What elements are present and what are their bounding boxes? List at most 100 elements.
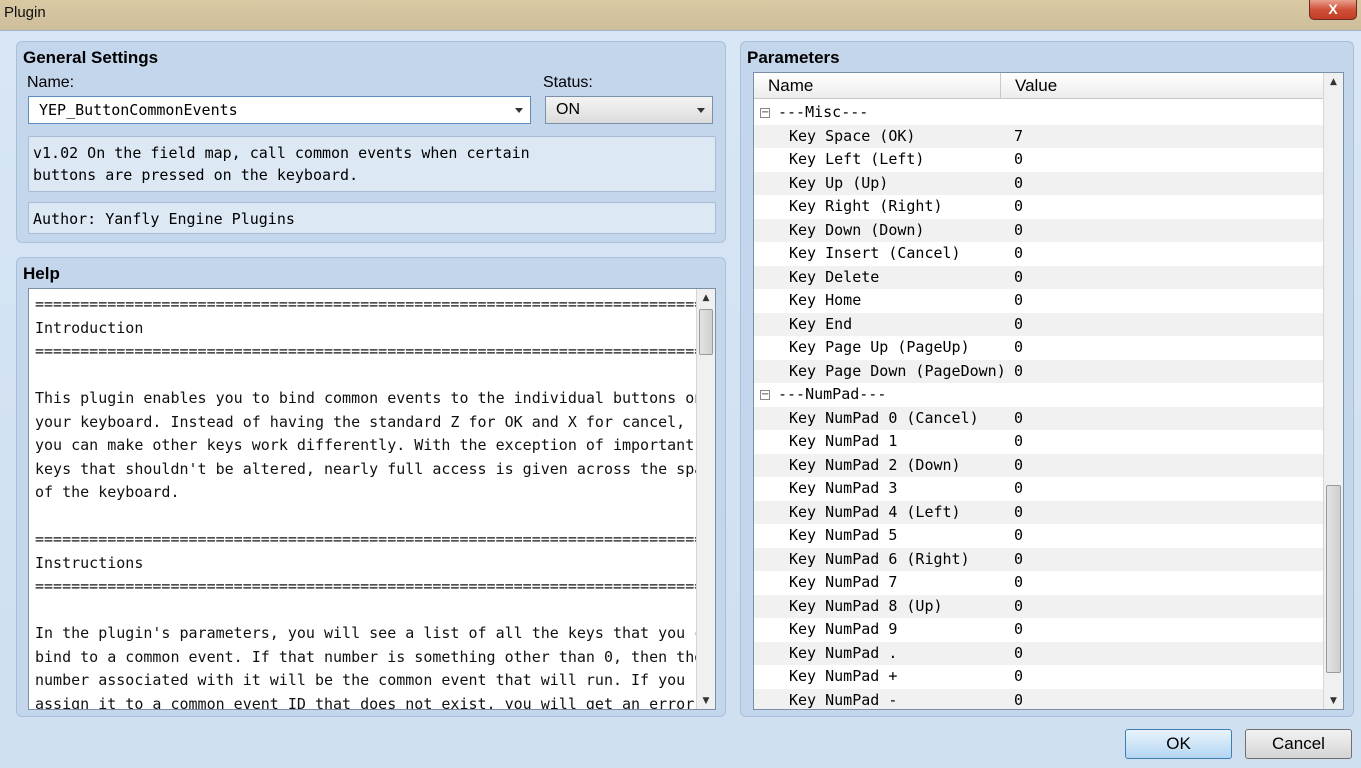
parameter-group-row[interactable]: − ---NumPad--- (754, 383, 1323, 407)
parameter-name: Key NumPad 8 (Up) (789, 596, 943, 615)
parameter-value[interactable]: 0 (1014, 430, 1023, 454)
parameter-row[interactable]: Key Left (Left) 0 (754, 148, 1323, 172)
parameter-name: Key Insert (Cancel) (789, 244, 961, 262)
window-title: Plugin (4, 4, 46, 21)
parameter-value[interactable]: 0 (1014, 313, 1023, 337)
author-box: Author: Yanfly Engine Plugins (28, 202, 716, 234)
parameter-value[interactable]: 0 (1014, 454, 1023, 478)
parameter-value[interactable]: 0 (1014, 665, 1023, 689)
parameter-name: Key Page Down (PageDown) (789, 361, 1006, 380)
parameter-value[interactable]: 0 (1014, 407, 1023, 431)
parameter-name: Key NumPad 2 (Down) (789, 455, 961, 474)
status-select[interactable]: ON (545, 96, 713, 124)
parameter-row[interactable]: Key NumPad 2 (Down) 0 (754, 453, 1323, 478)
name-select[interactable]: YEP_ButtonCommonEvents (28, 96, 531, 124)
parameter-value[interactable]: 0 (1014, 548, 1023, 572)
parameter-value[interactable]: 0 (1014, 336, 1023, 360)
parameter-row[interactable]: Key NumPad 7 0 (754, 571, 1323, 595)
parameter-value[interactable]: 0 (1014, 242, 1023, 266)
help-scroll-thumb[interactable] (699, 309, 713, 355)
parameter-row[interactable]: Key Space (OK) 7 (754, 124, 1323, 149)
status-select-value: ON (556, 101, 580, 118)
description-box: v1.02 On the field map, call common even… (28, 136, 716, 192)
parameter-name: Key NumPad . (789, 643, 898, 662)
parameter-row[interactable]: Key NumPad 8 (Up) 0 (754, 594, 1323, 619)
parameter-value[interactable]: 7 (1014, 125, 1023, 149)
collapse-icon[interactable]: − (760, 390, 770, 400)
parameter-row[interactable]: Key Page Up (PageUp) 0 (754, 336, 1323, 360)
parameters-scroll-thumb[interactable] (1326, 485, 1341, 673)
scroll-down-arrow-icon[interactable]: ▼ (697, 692, 715, 709)
parameter-value[interactable]: 0 (1014, 219, 1023, 243)
parameter-row[interactable]: Key Up (Up) 0 (754, 171, 1323, 196)
parameter-name: Key Left (Left) (789, 150, 925, 168)
parameter-group-row[interactable]: − ---Misc--- (754, 101, 1323, 125)
parameter-row[interactable]: Key Page Down (PageDown) 0 (754, 359, 1323, 384)
column-header-name[interactable]: Name (768, 76, 813, 96)
parameter-name: Key NumPad + (789, 667, 898, 685)
parameter-value[interactable]: 0 (1014, 195, 1023, 219)
parameter-value[interactable]: 0 (1014, 172, 1023, 196)
parameter-value[interactable]: 0 (1014, 571, 1023, 595)
parameter-row[interactable]: Key Right (Right) 0 (754, 195, 1323, 219)
parameter-name: Key Right (Right) (789, 197, 943, 215)
collapse-icon[interactable]: − (760, 108, 770, 118)
name-label: Name: (27, 74, 75, 91)
parameters-list[interactable]: Name Value − ---Misc--- Key Space (OK) 7 Key… (753, 72, 1344, 710)
parameter-row[interactable]: Key Home 0 (754, 289, 1323, 313)
parameter-value[interactable]: 0 (1014, 642, 1023, 666)
parameter-name: Key NumPad 4 (Left) (789, 502, 961, 521)
cancel-button[interactable]: Cancel (1245, 729, 1352, 759)
status-label: Status: (543, 74, 593, 91)
parameter-value[interactable]: 0 (1014, 477, 1023, 501)
title-bar: Plugin X (0, 0, 1361, 30)
parameter-row[interactable]: Key Delete 0 (754, 265, 1323, 290)
parameters-panel: Parameters Name Value − ---Misc--- Key Spa… (740, 41, 1354, 717)
help-text-area[interactable]: ========================================… (28, 288, 716, 710)
ok-button[interactable]: OK (1125, 729, 1232, 759)
parameter-name: Key NumPad 9 (789, 620, 898, 638)
help-text: ========================================… (35, 295, 715, 710)
parameter-value[interactable]: 0 (1014, 148, 1023, 172)
parameter-value[interactable]: 0 (1014, 524, 1023, 548)
help-scrollbar[interactable]: ▲ ▼ (696, 289, 715, 709)
parameter-name: ---Misc--- (778, 103, 869, 121)
help-panel: Help ===================================… (16, 257, 726, 717)
close-button[interactable]: X (1309, 0, 1357, 20)
scroll-down-arrow-icon[interactable]: ▼ (1324, 692, 1343, 709)
parameter-row[interactable]: Key NumPad 9 0 (754, 618, 1323, 642)
scroll-up-arrow-icon[interactable]: ▲ (1324, 73, 1343, 90)
parameter-row[interactable]: Key End 0 (754, 312, 1323, 337)
scroll-up-arrow-icon[interactable]: ▲ (697, 289, 715, 306)
parameter-value[interactable]: 0 (1014, 266, 1023, 290)
parameter-name: Key Home (789, 291, 862, 309)
parameter-row[interactable]: Key NumPad 4 (Left) 0 (754, 500, 1323, 525)
parameter-value[interactable]: 0 (1014, 595, 1023, 619)
parameter-row[interactable]: Key NumPad . 0 (754, 641, 1323, 666)
parameter-name: Key NumPad 3 (789, 479, 898, 497)
parameter-row[interactable]: Key NumPad 5 0 (754, 524, 1323, 548)
name-select-value: YEP_ButtonCommonEvents (39, 101, 238, 119)
parameters-title: Parameters (747, 48, 840, 67)
parameter-name: Key NumPad 5 (789, 526, 898, 544)
column-header-value[interactable]: Value (1015, 76, 1057, 96)
parameter-value[interactable]: 0 (1014, 689, 1023, 710)
dialog-body: General Settings Name: YEP_ButtonCommonE… (0, 30, 1361, 768)
parameter-row[interactable]: Key NumPad + 0 (754, 665, 1323, 689)
parameter-row[interactable]: Key Insert (Cancel) 0 (754, 242, 1323, 266)
parameter-row[interactable]: Key NumPad - 0 (754, 688, 1323, 710)
parameter-row[interactable]: Key Down (Down) 0 (754, 218, 1323, 243)
parameter-value[interactable]: 0 (1014, 618, 1023, 642)
parameters-scrollbar[interactable]: ▲ ▼ (1323, 73, 1343, 709)
parameter-row[interactable]: Key NumPad 3 0 (754, 477, 1323, 501)
parameter-row[interactable]: Key NumPad 1 0 (754, 430, 1323, 454)
parameter-value[interactable]: 0 (1014, 289, 1023, 313)
parameter-row[interactable]: Key NumPad 6 (Right) 0 (754, 547, 1323, 572)
parameter-name: Key Page Up (PageUp) (789, 338, 970, 356)
parameter-rows: − ---Misc--- Key Space (OK) 7 Key Left (Left… (754, 101, 1323, 710)
parameter-value[interactable]: 0 (1014, 360, 1023, 384)
parameter-row[interactable]: Key NumPad 0 (Cancel) 0 (754, 406, 1323, 431)
parameter-value[interactable]: 0 (1014, 501, 1023, 525)
parameter-name: Key NumPad - (789, 690, 898, 709)
chevron-down-icon (515, 108, 523, 113)
